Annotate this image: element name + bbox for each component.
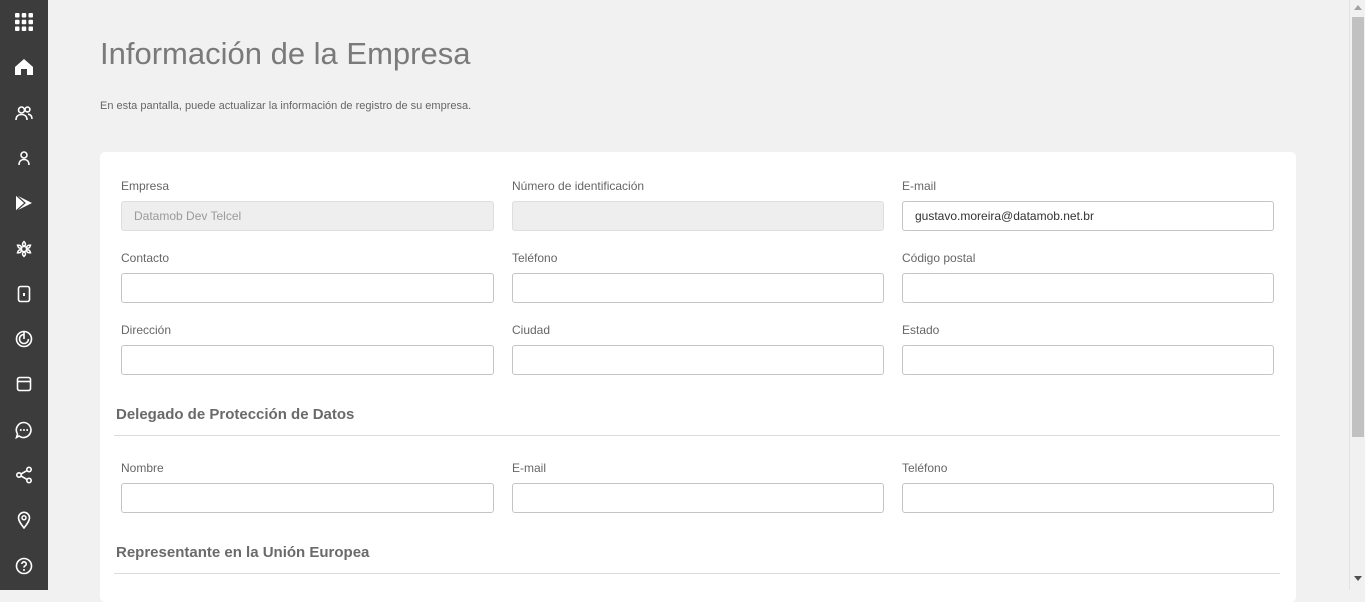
direccion-field[interactable] (121, 345, 494, 375)
page-title: Información de la Empresa (100, 36, 471, 71)
sidebar-item-devices[interactable] (0, 274, 48, 314)
sidebar-item-window[interactable] (0, 364, 48, 404)
dpo-nombre-label: Nombre (121, 461, 164, 475)
sidebar-item-users[interactable] (0, 93, 48, 133)
page-subtitle: En esta pantalla, puede actualizar la in… (100, 100, 472, 112)
apps-grid-icon (15, 13, 33, 31)
ciudad-label: Ciudad (512, 323, 551, 337)
contacto-field[interactable] (121, 273, 494, 303)
numero-identificacion-label: Número de identificación (512, 179, 645, 193)
ciudad-field[interactable] (512, 345, 884, 375)
codigo-postal-field[interactable] (902, 273, 1274, 303)
settings-flower-icon (16, 240, 32, 258)
empresa-label: Empresa (121, 179, 170, 193)
chat-icon (15, 421, 32, 439)
share-icon (15, 466, 33, 484)
sidebar-item-profile[interactable] (0, 138, 48, 178)
numero-identificacion-field (512, 201, 884, 231)
browser-window-icon (16, 376, 32, 392)
sidebar-item-home[interactable] (0, 47, 48, 87)
location-pin-icon (17, 511, 31, 529)
sidebar-item-apps[interactable] (0, 2, 48, 42)
empresa-field (121, 201, 494, 231)
eu-representative-divider (114, 573, 1280, 574)
dpo-divider (114, 435, 1280, 436)
codigo-postal-label: Código postal (902, 251, 976, 265)
dpo-telefono-field[interactable] (902, 483, 1274, 513)
dpo-nombre-field[interactable] (121, 483, 494, 513)
email-field[interactable] (902, 201, 1274, 231)
dpo-telefono-label: Teléfono (902, 461, 948, 475)
sidebar-item-location[interactable] (0, 500, 48, 540)
telefono-field[interactable] (512, 273, 884, 303)
play-icon (15, 194, 32, 212)
sidebar (0, 0, 48, 590)
dpo-email-label: E-mail (512, 461, 547, 475)
company-form-card: Empresa Número de identificación E-mail … (100, 152, 1296, 602)
sidebar-item-messages[interactable] (0, 410, 48, 450)
device-icon (17, 285, 31, 303)
sidebar-item-share[interactable] (0, 455, 48, 495)
email-label: E-mail (902, 179, 937, 193)
telefono-label: Teléfono (512, 251, 558, 265)
estado-field[interactable] (902, 345, 1274, 375)
direccion-label: Dirección (121, 323, 172, 337)
sidebar-item-target[interactable] (0, 319, 48, 359)
dpo-email-field[interactable] (512, 483, 884, 513)
scroll-up-arrow-icon[interactable] (1354, 5, 1362, 10)
help-icon (15, 557, 33, 575)
users-icon (15, 106, 33, 121)
eu-representative-section-title: Representante en la Unión Europea (116, 544, 370, 561)
estado-label: Estado (902, 323, 940, 337)
sidebar-item-help[interactable] (0, 546, 48, 586)
scroll-down-arrow-icon[interactable] (1354, 576, 1362, 581)
scroll-thumb[interactable] (1352, 17, 1364, 437)
sidebar-item-play[interactable] (0, 183, 48, 223)
main-content: Información de la Empresa En esta pantal… (48, 0, 1349, 602)
sidebar-item-settings[interactable] (0, 229, 48, 269)
home-icon (15, 59, 33, 75)
target-icon (15, 330, 33, 348)
user-icon (18, 151, 30, 166)
vertical-scrollbar[interactable] (1349, 0, 1365, 590)
dpo-section-title: Delegado de Protección de Datos (116, 406, 355, 423)
contacto-label: Contacto (121, 251, 170, 265)
